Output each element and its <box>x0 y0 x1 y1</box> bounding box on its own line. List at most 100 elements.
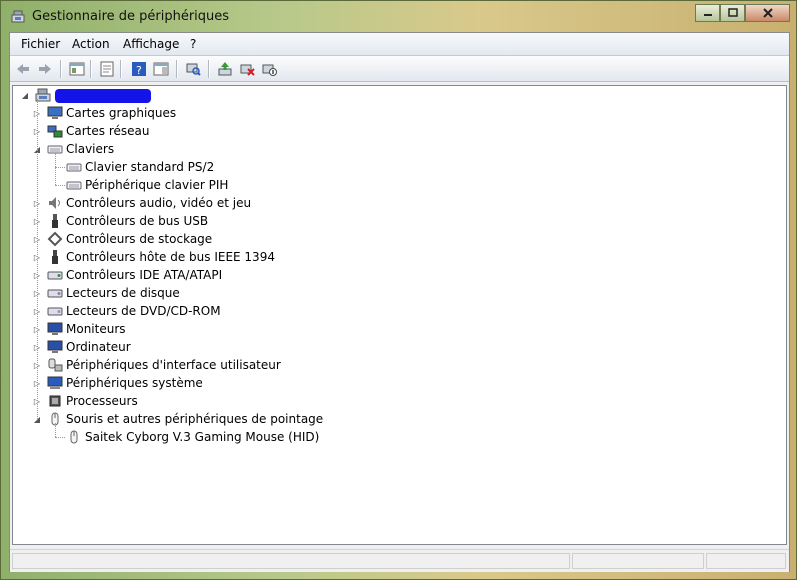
tree-guide-line <box>55 437 65 438</box>
tree-device[interactable]: Clavier standard PS/2 <box>13 158 413 176</box>
tree-guide-line <box>55 153 56 185</box>
collapse-icon[interactable]: ◢ <box>21 91 29 100</box>
uninstall-button[interactable] <box>238 60 256 78</box>
tree-category[interactable]: ▷ Périphériques système <box>13 374 413 392</box>
ieee1394-icon <box>52 250 58 264</box>
minimize-icon <box>703 14 712 16</box>
tree-category[interactable]: ▷ Cartes graphiques <box>13 104 413 122</box>
tree-device[interactable]: Périphérique clavier PIH <box>13 176 413 194</box>
menu-bar: Fichier Action Affichage ? <box>10 33 789 56</box>
toolbar-separator <box>90 60 92 78</box>
help-button[interactable]: ? <box>130 60 148 78</box>
client-area: Fichier Action Affichage ? ? ◢ ▷ Cartes … <box>9 32 790 572</box>
back-icon <box>17 64 29 74</box>
tree-device-label: Saitek Cyborg V.3 Gaming Mouse (HID) <box>85 430 320 444</box>
tree-category-label: Contrôleurs de bus USB <box>66 214 209 228</box>
status-cell-3 <box>706 553 786 569</box>
tree-category-label: Souris et autres périphériques de pointa… <box>66 412 324 426</box>
close-icon <box>762 8 773 18</box>
toolbar-separator <box>60 60 62 78</box>
tree-category[interactable]: ◢ Souris et autres périphériques de point… <box>13 410 413 428</box>
update-driver-icon <box>218 62 232 76</box>
console-tree-button[interactable] <box>68 60 86 78</box>
menu-fichier[interactable]: Fichier <box>21 37 60 51</box>
tree-category-label: Contrôleurs IDE ATA/ATAPI <box>66 268 223 282</box>
forward-icon <box>39 64 51 74</box>
keyboard-device-icon <box>66 181 82 190</box>
tree-category[interactable]: ▷ Contrôleurs de stockage <box>13 230 413 248</box>
tree-guide-line <box>55 423 56 437</box>
network-adapter-icon <box>47 125 63 138</box>
system-device-icon <box>47 376 63 389</box>
tree-category[interactable]: ▷ Lecteurs de DVD/CD-ROM <box>13 302 413 320</box>
tree-category-label: Périphériques système <box>66 376 203 390</box>
properties-button[interactable] <box>98 60 116 78</box>
tree-category[interactable]: ▷ Processeurs <box>13 392 413 410</box>
tree-category-label: Processeurs <box>66 394 138 408</box>
computer-icon <box>47 340 63 353</box>
hid-icon <box>48 358 63 372</box>
status-bar <box>10 549 789 572</box>
title-bar[interactable]: Gestionnaire de périphériques <box>1 1 796 32</box>
tree-category-label: Cartes réseau <box>66 124 150 138</box>
back-button[interactable] <box>14 60 32 78</box>
forward-button[interactable] <box>36 60 54 78</box>
tree-category[interactable]: ▷ Moniteurs <box>13 320 413 338</box>
usb-icon <box>52 214 58 228</box>
processor-icon <box>49 395 61 407</box>
tree-category[interactable]: ▷ Contrôleurs hôte de bus IEEE 1394 <box>13 248 413 266</box>
tree-category[interactable]: ▷ Contrôleurs de bus USB <box>13 212 413 230</box>
menu-help[interactable]: ? <box>190 37 196 51</box>
update-driver-button[interactable] <box>216 60 234 78</box>
tree-category[interactable]: ▷ Cartes réseau <box>13 122 413 140</box>
tree-category[interactable]: ▷ Périphériques d'interface utilisateur <box>13 356 413 374</box>
tree-guide-line <box>55 167 65 168</box>
tree-device-label: Clavier standard PS/2 <box>85 160 215 174</box>
toolbar-separator <box>120 60 122 78</box>
caption-buttons <box>695 4 790 24</box>
tree-category-label: Lecteurs de disque <box>66 286 180 300</box>
scan-hardware-button[interactable] <box>184 60 202 78</box>
tree-device[interactable]: Saitek Cyborg V.3 Gaming Mouse (HID) <box>13 428 413 446</box>
status-cell-main <box>12 553 570 569</box>
maximize-icon <box>727 8 738 17</box>
disable-button[interactable] <box>260 60 278 78</box>
menu-action[interactable]: Action <box>72 37 110 51</box>
toolbar: ? <box>10 56 789 82</box>
keyboard-device-icon <box>66 163 82 172</box>
device-manager-window: Gestionnaire de périphériques Fichier Ac… <box>0 0 797 580</box>
toolbar-separator <box>208 60 210 78</box>
tree-root[interactable]: ◢ <box>13 86 313 104</box>
tree-category-label: Contrôleurs audio, vidéo et jeu <box>66 196 252 210</box>
toolbar-separator <box>176 60 178 78</box>
tree-category[interactable]: ▷ Ordinateur <box>13 338 413 356</box>
tree-category-label: Claviers <box>66 142 115 156</box>
tree-category[interactable]: ▷ Contrôleurs IDE ATA/ATAPI <box>13 266 413 284</box>
show-action-pane-icon <box>153 62 169 76</box>
tree-category-label: Ordinateur <box>66 340 131 354</box>
window-title: Gestionnaire de périphériques <box>32 9 230 24</box>
audio-icon <box>49 197 60 209</box>
menu-affichage[interactable]: Affichage <box>123 37 179 51</box>
tree-category[interactable]: ▷ Lecteurs de disque <box>13 284 413 302</box>
action-pane-button[interactable] <box>152 60 170 78</box>
ide-controller-icon <box>47 271 63 280</box>
minimize-button[interactable] <box>695 4 720 22</box>
disable-icon <box>262 64 277 76</box>
device-manager-icon <box>11 10 25 23</box>
maximize-button[interactable] <box>720 4 745 22</box>
show-hide-console-tree-icon <box>69 62 85 76</box>
tree-category[interactable]: ▷ Contrôleurs audio, vidéo et jeu <box>13 194 413 212</box>
tree-device-label: Périphérique clavier PIH <box>85 178 229 192</box>
mouse-device-icon <box>70 430 78 444</box>
close-button[interactable] <box>745 4 790 22</box>
tree-category-label: Moniteurs <box>66 322 126 336</box>
redacted-computer-name <box>55 89 151 103</box>
tree-category[interactable]: ◢ Claviers <box>13 140 413 158</box>
scan-hardware-icon <box>186 63 201 76</box>
uninstall-icon <box>240 64 255 76</box>
tree-category-label: Lecteurs de DVD/CD-ROM <box>66 304 221 318</box>
tree-category-label: Cartes graphiques <box>66 106 177 120</box>
storage-controller-icon <box>47 231 63 247</box>
device-tree[interactable]: ◢ ▷ Cartes graphiques ▷ Cartes réseau ◢ Clavi… <box>12 85 787 545</box>
